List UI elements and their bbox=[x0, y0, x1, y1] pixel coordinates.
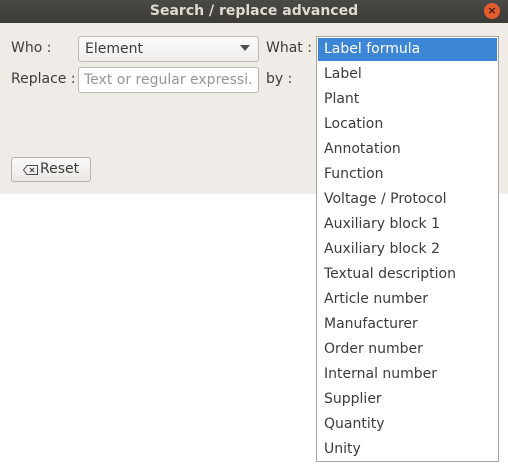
close-button[interactable]: × bbox=[484, 3, 500, 19]
dropdown-option[interactable]: Label formula bbox=[318, 38, 497, 61]
window-title: Search / replace advanced bbox=[149, 3, 359, 19]
what-label: What : bbox=[266, 40, 312, 56]
who-combobox[interactable]: Element bbox=[78, 36, 259, 62]
dropdown-option[interactable]: Article number bbox=[317, 287, 498, 312]
dropdown-option[interactable]: Supplier bbox=[317, 387, 498, 412]
dropdown-option[interactable]: Label bbox=[317, 62, 498, 87]
dropdown-option[interactable]: Unity bbox=[317, 437, 498, 462]
reset-button[interactable]: Reset bbox=[11, 157, 91, 182]
chevron-down-icon bbox=[240, 45, 250, 51]
dropdown-option[interactable]: Textual description bbox=[317, 262, 498, 287]
replace-input[interactable] bbox=[78, 67, 259, 93]
dropdown-option[interactable]: Location bbox=[317, 112, 498, 137]
close-icon: × bbox=[487, 4, 497, 17]
dropdown-option[interactable]: Auxiliary block 1 bbox=[317, 212, 498, 237]
dropdown-option[interactable]: Function bbox=[317, 162, 498, 187]
by-label: by : bbox=[266, 71, 293, 87]
window-titlebar: Search / replace advanced × bbox=[0, 0, 508, 23]
dropdown-option[interactable]: Order number bbox=[317, 337, 498, 362]
dropdown-option[interactable]: Voltage / Protocol bbox=[317, 187, 498, 212]
dropdown-option[interactable]: Quantity bbox=[317, 412, 498, 437]
who-label: Who : bbox=[11, 40, 52, 56]
dropdown-option[interactable]: Auxiliary block 2 bbox=[317, 237, 498, 262]
dropdown-option[interactable]: Internal number bbox=[317, 362, 498, 387]
dropdown-option[interactable]: Plant bbox=[317, 87, 498, 112]
backspace-clear-icon bbox=[23, 165, 38, 175]
what-dropdown-list[interactable]: Label formula Label Plant Location Annotatio… bbox=[316, 36, 499, 462]
dropdown-option[interactable]: Manufacturer bbox=[317, 312, 498, 337]
dropdown-option[interactable]: Annotation bbox=[317, 137, 498, 162]
reset-button-label: Reset bbox=[40, 161, 80, 177]
who-combobox-value: Element bbox=[85, 41, 143, 57]
replace-label: Replace : bbox=[11, 71, 76, 87]
